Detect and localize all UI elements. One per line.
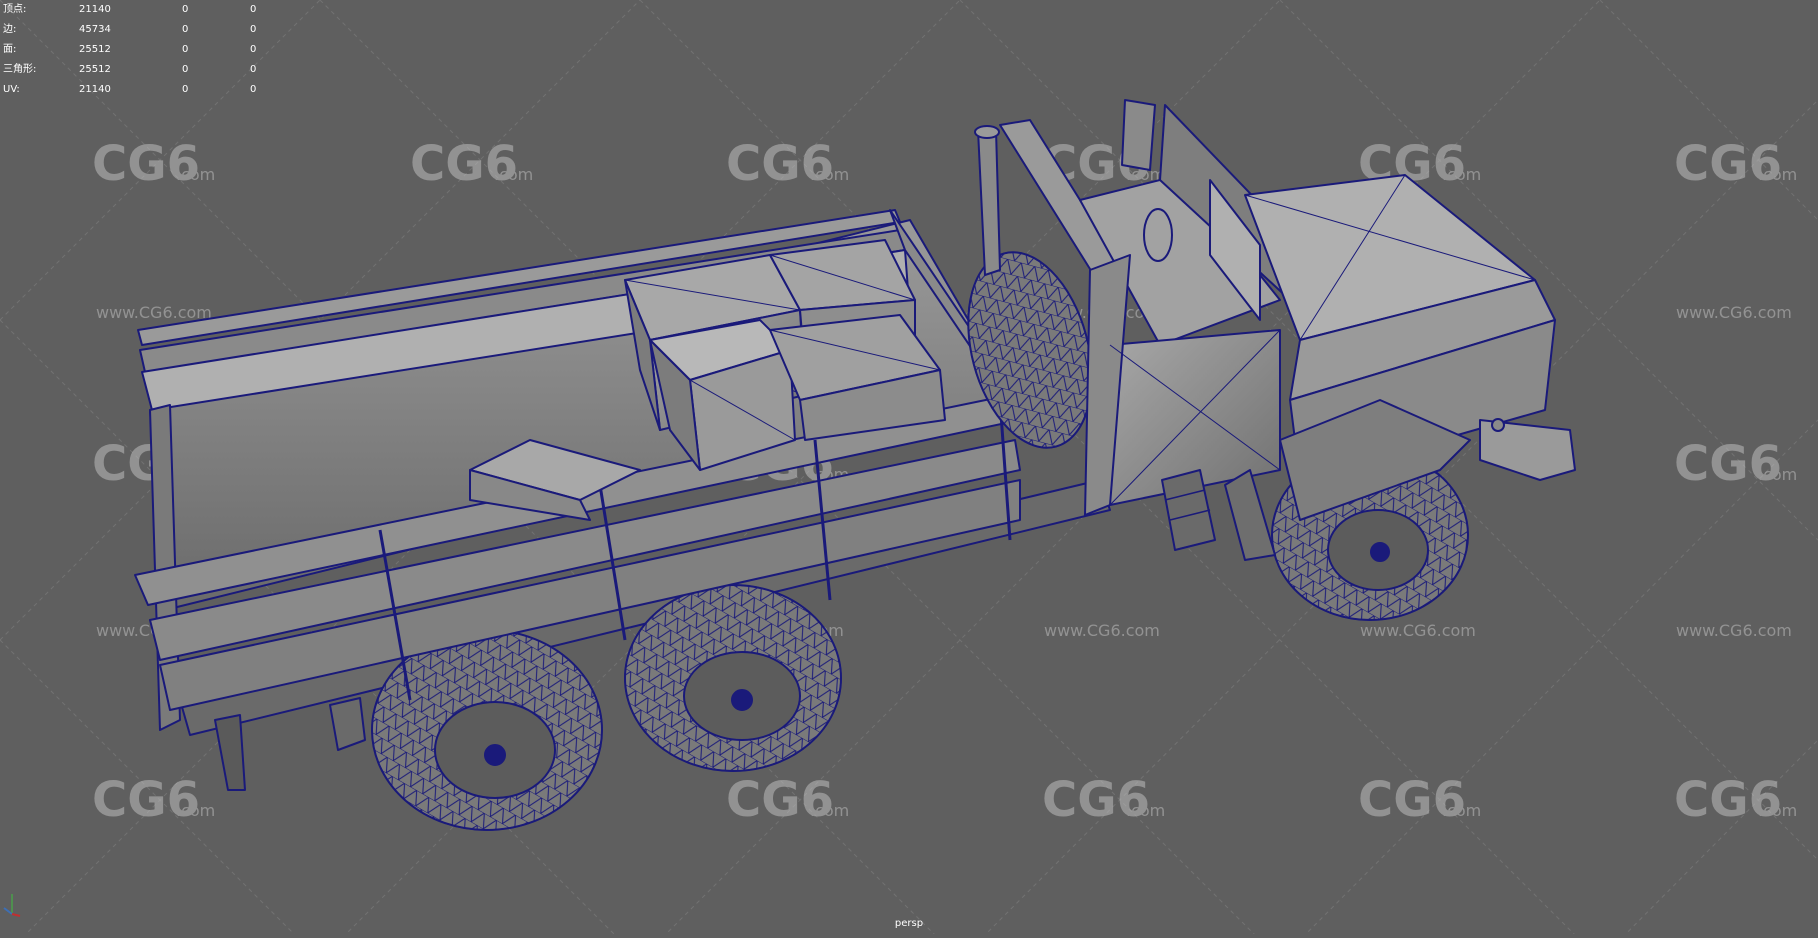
hud-row-triangles: 三角形: 25512 0 0 — [3, 60, 290, 80]
watermark-url: www.CG6.com — [1676, 621, 1792, 640]
watermark-logo-suffix: .com — [1442, 801, 1481, 820]
hud-label: UV: — [3, 84, 20, 95]
hud-value: 0 — [250, 24, 257, 35]
watermark-logo-suffix: .com — [176, 165, 215, 184]
hud-value: 0 — [250, 4, 257, 15]
watermark-logo-suffix: .com — [1126, 801, 1165, 820]
watermark-logo-suffix: .com — [810, 165, 849, 184]
truck-wireframe-model[interactable]: CG6 CG6 CG6 CG6 CG6 CG6 .com .com .com .… — [0, 0, 1818, 938]
wheel-rear-2 — [624, 584, 842, 772]
hud-value: 0 — [250, 44, 257, 55]
hud-value: 25512 — [79, 44, 111, 55]
hud-label: 三角形: — [3, 64, 37, 75]
hud-value: 0 — [182, 24, 189, 35]
watermark-logo-suffix: .com — [494, 165, 533, 184]
hud-value: 25512 — [79, 64, 111, 75]
cg6-logo-r1: CG6 CG6 CG6 CG6 CG6 CG6 — [92, 136, 1782, 192]
truck-model — [134, 99, 1576, 831]
hud-value: 45734 — [79, 24, 111, 35]
watermark-logo-suffix: .com — [1758, 165, 1797, 184]
viewport-3d[interactable]: CG6 CG6 CG6 CG6 CG6 CG6 .com .com .com .… — [0, 0, 1818, 938]
hud-value: 21140 — [79, 84, 111, 95]
hud-value: 21140 — [79, 4, 111, 15]
watermark-url: www.CG6.com — [1360, 621, 1476, 640]
watermark-logo-suffix: .com — [1758, 801, 1797, 820]
watermark-url: www.CG6.com — [96, 303, 212, 322]
camera-name-label: persp — [894, 918, 924, 929]
hud-row-faces: 面: 25512 0 0 — [3, 40, 290, 60]
watermark-url: www.CG6.com — [1044, 621, 1160, 640]
watermark-url: www.CG6.com — [1676, 303, 1792, 322]
watermark-logo-suffix: .com — [1442, 165, 1481, 184]
hud-label: 面: — [3, 44, 17, 55]
hud-value: 0 — [250, 84, 257, 95]
hud-value: 0 — [182, 64, 189, 75]
view-axis-icon — [3, 894, 21, 917]
hud-row-edges: 边: 45734 0 0 — [3, 20, 290, 40]
hud-row-vertices: 顶点: 21140 0 0 — [3, 0, 290, 20]
watermark-logo-suffix: .com — [810, 801, 849, 820]
hud-value: 0 — [182, 84, 189, 95]
hud-label: 顶点: — [3, 4, 27, 15]
hud-value: 0 — [182, 4, 189, 15]
hud-value: 0 — [250, 64, 257, 75]
wheel-rear-1 — [371, 629, 603, 831]
hud-value: 0 — [182, 44, 189, 55]
watermark-logo-suffix: .com — [176, 801, 215, 820]
hud-row-uvs: UV: 21140 0 0 — [3, 80, 290, 100]
hud-label: 边: — [3, 24, 17, 35]
heads-up-display-stats: 顶点: 21140 0 0 边: 45734 0 0 面: 25512 0 0 … — [3, 0, 290, 100]
watermark-logo-suffix: .com — [1758, 465, 1797, 484]
